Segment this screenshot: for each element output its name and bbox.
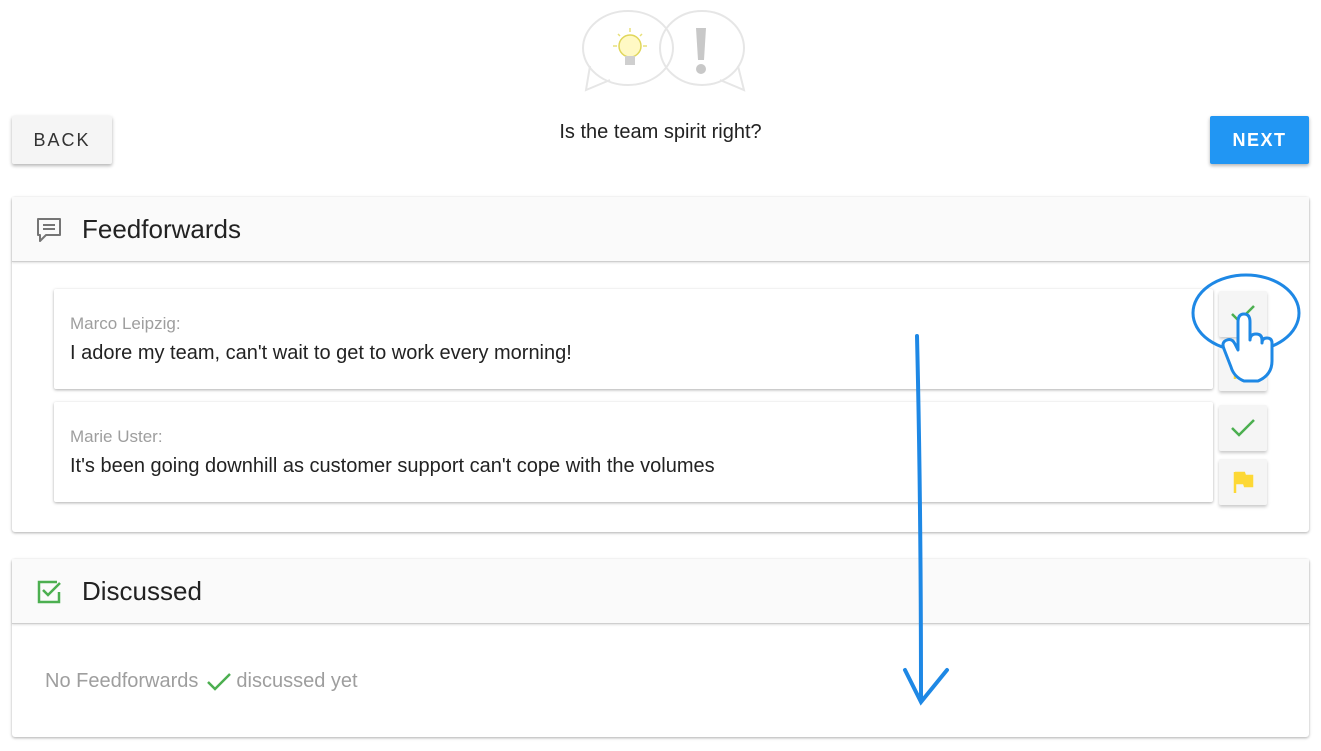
feedforward-card: Marie Uster: It's been going downhill as… — [54, 402, 1213, 502]
back-button[interactable]: BACK — [12, 116, 112, 164]
checkbox-icon — [37, 580, 61, 604]
feedforwards-panel: Feedforwards Marco Leipzig: I adore my t… — [12, 197, 1309, 532]
next-button[interactable]: NEXT — [1210, 116, 1309, 164]
discussed-title: Discussed — [82, 576, 202, 606]
discussed-panel: Discussed No Feedforwards discussed yet — [12, 559, 1309, 737]
logo-speech-bubbles — [582, 10, 746, 92]
exclamation-icon — [696, 28, 706, 74]
empty-discussed-message: No Feedforwards discussed yet — [45, 670, 358, 693]
mark-discussed-button[interactable] — [1219, 405, 1267, 451]
check-icon — [1231, 419, 1255, 437]
flag-icon — [1233, 357, 1254, 379]
empty-suffix: discussed yet — [236, 670, 358, 692]
feedforward-author: Marie Uster: — [70, 427, 163, 446]
flag-button[interactable] — [1219, 345, 1267, 391]
comment-icon — [37, 218, 61, 242]
empty-prefix: No Feedforwards — [45, 670, 199, 692]
question-text: Is the team spirit right? — [559, 121, 762, 143]
check-icon — [207, 672, 232, 691]
flag-button[interactable] — [1219, 459, 1267, 505]
discussed-header: Discussed — [12, 559, 1309, 624]
feedforward-card: Marco Leipzig: I adore my team, can't wa… — [54, 289, 1213, 389]
feedforward-message: I adore my team, can't wait to get to wo… — [70, 342, 572, 364]
feedforward-author: Marco Leipzig: — [70, 314, 181, 333]
feedforward-message: It's been going downhill as customer sup… — [70, 455, 715, 477]
flag-icon — [1233, 471, 1254, 493]
feedforwards-header: Feedforwards — [12, 197, 1309, 262]
check-icon — [1231, 305, 1255, 323]
mark-discussed-button[interactable] — [1219, 291, 1267, 337]
feedforwards-title: Feedforwards — [82, 214, 241, 244]
lightbulb-icon — [613, 28, 647, 65]
